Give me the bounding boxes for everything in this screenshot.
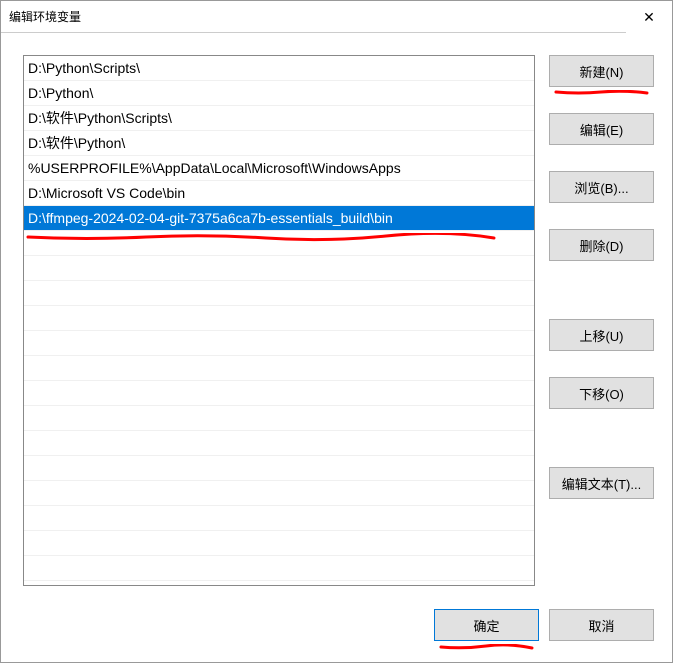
path-list-empty-row[interactable] [24,431,534,456]
move-down-button[interactable]: 下移(O) [549,377,654,409]
path-list-empty-row[interactable] [24,306,534,331]
path-list-empty-row[interactable] [24,506,534,531]
dialog-content: D:\Python\Scripts\D:\Python\D:\软件\Python… [1,33,672,602]
close-button[interactable]: ✕ [626,1,672,33]
annotation-underline [439,638,534,644]
dialog-title: 编辑环境变量 [9,8,626,25]
cancel-button-label: 取消 [588,616,614,635]
edit-button-label: 编辑(E) [580,120,623,139]
edit-env-var-dialog: 编辑环境变量 ✕ D:\Python\Scripts\D:\Python\D:\… [0,0,673,663]
delete-button[interactable]: 删除(D) [549,229,654,261]
path-list-empty-row[interactable] [24,556,534,581]
path-list-empty-row[interactable] [24,406,534,431]
ok-button[interactable]: 确定 [434,609,539,641]
cancel-button[interactable]: 取消 [549,609,654,641]
move-up-button-label: 上移(U) [579,326,623,345]
ok-button-label: 确定 [473,616,499,635]
path-list[interactable]: D:\Python\Scripts\D:\Python\D:\软件\Python… [23,55,535,586]
path-list-item[interactable]: D:\ffmpeg-2024-02-04-git-7375a6ca7b-esse… [24,206,534,231]
titlebar: 编辑环境变量 ✕ [1,1,672,33]
path-list-empty-row[interactable] [24,256,534,281]
edit-button[interactable]: 编辑(E) [549,113,654,145]
path-list-empty-row[interactable] [24,356,534,381]
path-list-empty-row[interactable] [24,331,534,356]
browse-button[interactable]: 浏览(B)... [549,171,654,203]
path-list-item[interactable]: D:\Python\ [24,81,534,106]
path-list-item[interactable]: D:\软件\Python\ [24,131,534,156]
dialog-footer: 确定 取消 [1,602,672,662]
path-list-empty-row[interactable] [24,381,534,406]
move-up-button[interactable]: 上移(U) [549,319,654,351]
path-list-empty-row[interactable] [24,281,534,306]
delete-button-label: 删除(D) [579,236,623,255]
edit-text-button[interactable]: 编辑文本(T)... [549,467,654,499]
new-button[interactable]: 新建(N) [549,55,654,87]
path-list-empty-row[interactable] [24,481,534,506]
browse-button-label: 浏览(B)... [574,178,628,197]
move-down-button-label: 下移(O) [579,384,624,403]
button-column: 新建(N) 编辑(E) 浏览(B)... 删除(D) 上移(U [549,55,654,586]
edit-text-button-label: 编辑文本(T)... [562,474,641,493]
close-icon: ✕ [643,10,655,24]
path-list-item[interactable]: D:\Python\Scripts\ [24,56,534,81]
path-list-empty-row[interactable] [24,456,534,481]
path-list-item[interactable]: D:\软件\Python\Scripts\ [24,106,534,131]
path-list-empty-row[interactable] [24,231,534,256]
path-list-item[interactable]: D:\Microsoft VS Code\bin [24,181,534,206]
path-list-empty-row[interactable] [24,531,534,556]
path-list-item[interactable]: %USERPROFILE%\AppData\Local\Microsoft\Wi… [24,156,534,181]
annotation-underline [554,84,649,90]
new-button-label: 新建(N) [579,62,623,81]
